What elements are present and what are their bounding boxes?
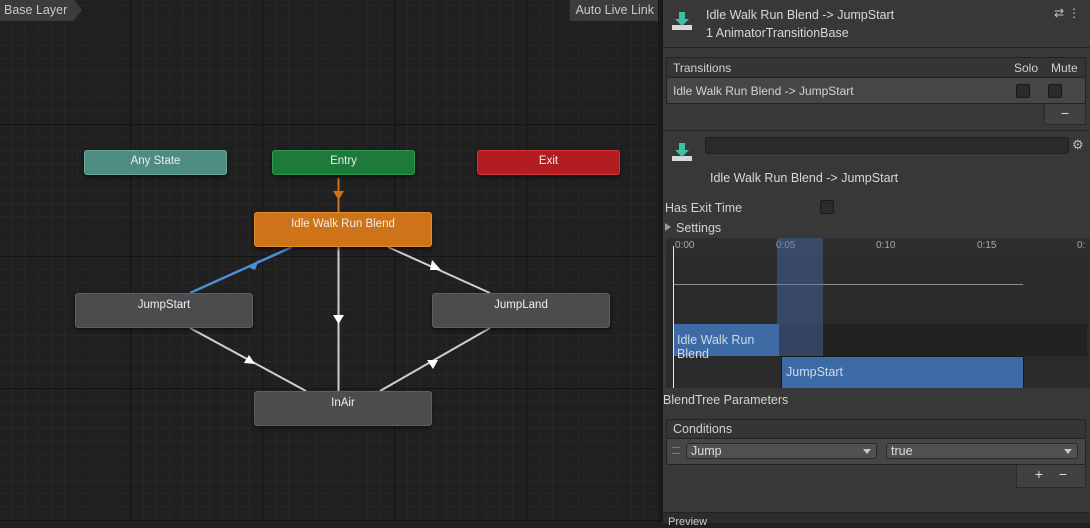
more-options-icon[interactable]: ⋮ [1068, 6, 1084, 20]
add-condition-button[interactable]: + [1027, 465, 1051, 483]
transition-idle-to-inair-arrow [333, 315, 344, 324]
inspector-subtitle: 1 AnimatorTransitionBase [706, 26, 849, 40]
has-exit-time-label: Has Exit Time [665, 201, 743, 215]
state-inair[interactable]: InAir [254, 391, 432, 426]
state-exit[interactable]: Exit [477, 150, 620, 175]
foldout-arrow-icon [665, 223, 671, 231]
state-idle-walk-run-blend[interactable]: Idle Walk Run Blend [254, 212, 432, 247]
target-clip-label: JumpStart [786, 365, 843, 379]
condition-parameter-dropdown[interactable]: Jump [686, 443, 877, 459]
settings-sliders-icon[interactable]: ⇄ [1054, 6, 1068, 20]
transition-jumpland-to-idle-arrow [430, 260, 441, 270]
timeline-tick: 0:00 [675, 240, 695, 251]
separator [663, 130, 1090, 131]
state-jumpstart-label: JumpStart [137, 299, 191, 311]
state-any-state[interactable]: Any State [84, 150, 227, 175]
settings-label: Settings [676, 221, 722, 235]
transition-idle-to-jumpstart[interactable] [189, 245, 293, 295]
solo-checkbox[interactable] [1016, 84, 1030, 98]
condition-row[interactable]: Jump true [666, 439, 1086, 465]
separator [663, 47, 1090, 48]
preview-label: Preview [668, 516, 708, 528]
transition-duration-region[interactable] [777, 238, 823, 356]
timeline-tick: 0:15 [977, 240, 997, 251]
timeline-tick: 0: [1077, 240, 1086, 251]
transitions-header-label: Transitions [673, 61, 732, 75]
dropdown-arrow-icon [863, 449, 871, 454]
transition-title: Idle Walk Run Blend -> JumpStart [710, 171, 899, 185]
state-inair-label: InAir [331, 397, 355, 409]
condition-value-dropdown[interactable]: true [886, 443, 1078, 459]
transition-name-field[interactable] [705, 137, 1069, 154]
transition-edges [189, 178, 491, 392]
conditions-footer: + − [1016, 465, 1086, 488]
transitions-list-header: Transitions Solo Mute [666, 57, 1086, 78]
has-exit-time-checkbox[interactable] [820, 200, 834, 214]
transition-timeline[interactable]: 0:00 0:05 0:10 0:15 0: Idle Walk Run Ble… [666, 238, 1090, 388]
state-jumpland-label: JumpLand [494, 299, 548, 311]
remove-condition-button[interactable]: − [1051, 465, 1075, 483]
target-clip-bar[interactable]: JumpStart [781, 356, 1024, 388]
transition-list-row[interactable]: Idle Walk Run Blend -> JumpStart [666, 78, 1086, 104]
state-idle-walk-run-blend-label: Idle Walk Run Blend [291, 218, 395, 230]
state-jumpland[interactable]: JumpLand [432, 293, 610, 328]
timeline-track-line [673, 284, 1023, 285]
state-exit-label: Exit [538, 155, 559, 167]
condition-parameter-value: Jump [691, 444, 722, 458]
source-clip-label: Idle Walk Run Blend [677, 333, 755, 361]
transition-inair-to-jumpland[interactable] [379, 327, 491, 392]
transition-icon [672, 143, 692, 161]
state-entry-label: Entry [330, 155, 357, 167]
source-clip-bar: Idle Walk Run Blend [673, 324, 779, 361]
conditions-header-label: Conditions [673, 422, 733, 436]
preview-header[interactable]: Preview [663, 512, 1090, 528]
transition-inair-to-jumpland-arrow [427, 360, 438, 369]
animator-graph[interactable]: Base Layer Auto Live Link Any State Entr… [0, 0, 660, 522]
solo-column-label: Solo [1014, 61, 1039, 75]
state-entry[interactable]: Entry [272, 150, 415, 175]
inspector-title: Idle Walk Run Blend -> JumpStart [706, 8, 895, 22]
state-any-state-label: Any State [130, 155, 181, 167]
inspector-panel: Idle Walk Run Blend -> JumpStart 1 Anima… [663, 0, 1090, 528]
state-jumpstart[interactable]: JumpStart [75, 293, 253, 328]
entry-transition-arrow [333, 191, 344, 200]
gear-icon[interactable]: ⚙ [1072, 137, 1084, 153]
transition-jumpstart-to-inair-arrow [244, 355, 255, 364]
transition-icon [672, 12, 692, 30]
inspector-header-tools: ⇄⋮ [1054, 6, 1084, 20]
drag-handle-icon[interactable] [672, 447, 680, 454]
mute-checkbox[interactable] [1048, 84, 1062, 98]
settings-foldout[interactable]: Settings [665, 221, 721, 235]
mute-column-label: Mute [1051, 61, 1078, 75]
blendtree-parameters-label: BlendTree Parameters [663, 393, 789, 407]
timeline-ruler: 0:00 0:05 0:10 0:15 0: [666, 238, 1090, 256]
condition-value-value: true [891, 444, 913, 458]
conditions-list-header: Conditions [666, 419, 1086, 439]
timeline-tick: 0:10 [876, 240, 896, 251]
remove-transition-button[interactable]: − [1044, 104, 1086, 125]
timeline-playhead[interactable] [673, 246, 674, 388]
transition-row-label: Idle Walk Run Blend -> JumpStart [673, 84, 854, 98]
dropdown-arrow-icon [1064, 449, 1072, 454]
